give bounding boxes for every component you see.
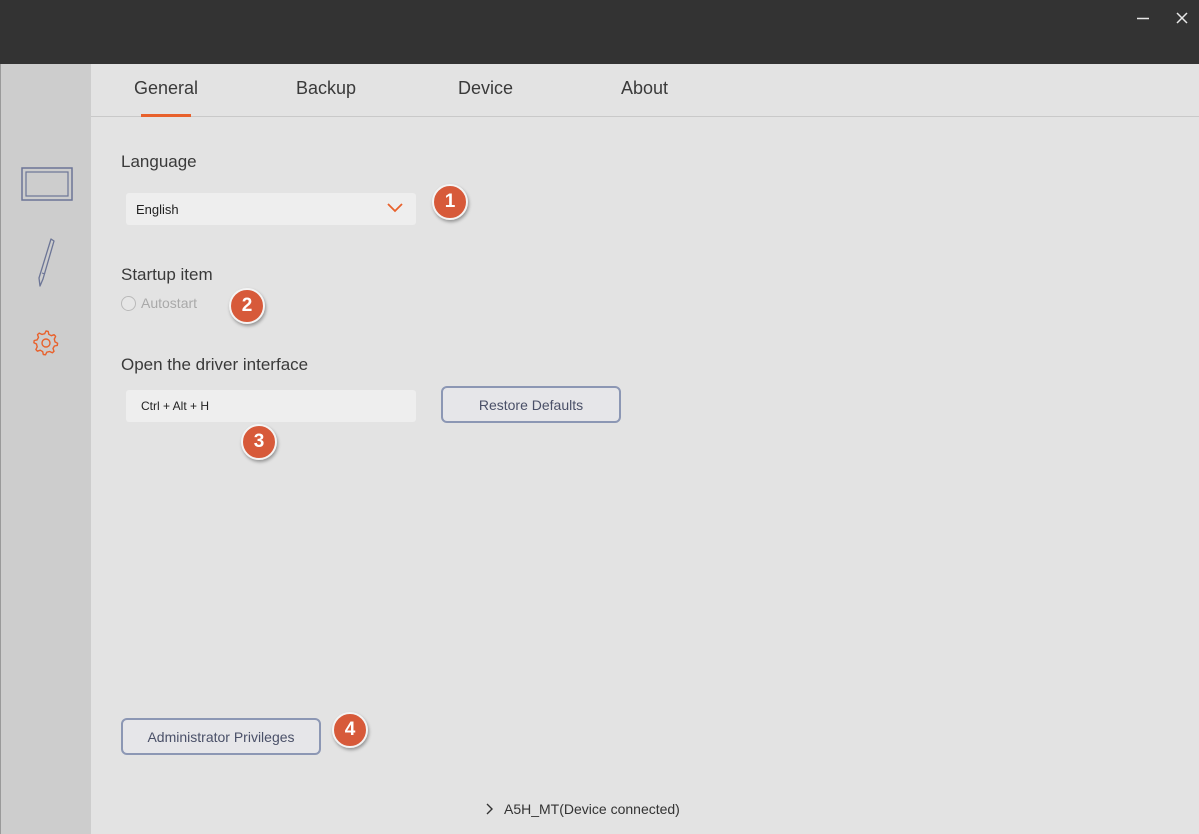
shortcut-input[interactable]: Ctrl + Alt + H — [126, 390, 416, 422]
sidebar-item-tablet[interactable] — [19, 164, 75, 204]
restore-defaults-button[interactable]: Restore Defaults — [441, 386, 621, 423]
autostart-radio[interactable] — [121, 295, 136, 311]
close-button[interactable] — [1170, 8, 1194, 28]
tab-device[interactable]: Device — [458, 78, 513, 99]
administrator-privileges-button[interactable]: Administrator Privileges — [121, 718, 321, 755]
callout-badge-2: 2 — [229, 288, 265, 324]
tab-general[interactable]: General — [134, 78, 198, 99]
callout-badge-1: 1 — [432, 184, 468, 220]
tablet-icon — [21, 167, 73, 201]
device-status[interactable]: A5H_MT(Device connected) — [486, 801, 680, 817]
language-label: Language — [121, 152, 197, 171]
language-select[interactable]: English — [126, 193, 416, 225]
sidebar-item-pen[interactable] — [31, 236, 61, 290]
chevron-right-icon — [486, 803, 494, 815]
minimize-button[interactable] — [1131, 8, 1155, 28]
title-bar — [0, 0, 1199, 64]
minimize-icon — [1137, 17, 1149, 20]
pen-icon — [38, 238, 55, 287]
callout-badge-3: 3 — [241, 424, 277, 460]
callout-badge-4: 4 — [332, 712, 368, 748]
sidebar — [0, 64, 91, 834]
active-tab-indicator — [141, 114, 191, 117]
close-icon — [1176, 12, 1188, 24]
tab-about[interactable]: About — [621, 78, 668, 99]
autostart-option[interactable]: Autostart — [121, 295, 197, 311]
startup-label: Startup item — [121, 265, 213, 284]
device-status-text: A5H_MT(Device connected) — [504, 801, 680, 817]
tab-backup[interactable]: Backup — [296, 78, 356, 99]
main-panel: General Backup Device About Language Eng… — [91, 64, 1199, 834]
chevron-down-icon — [386, 202, 404, 217]
autostart-label: Autostart — [141, 295, 198, 311]
driver-interface-label: Open the driver interface — [121, 355, 309, 374]
gear-icon — [33, 330, 59, 356]
tab-bar: General Backup Device About — [91, 64, 1199, 117]
sidebar-item-settings[interactable] — [31, 326, 61, 358]
language-select-value: English — [136, 201, 179, 217]
